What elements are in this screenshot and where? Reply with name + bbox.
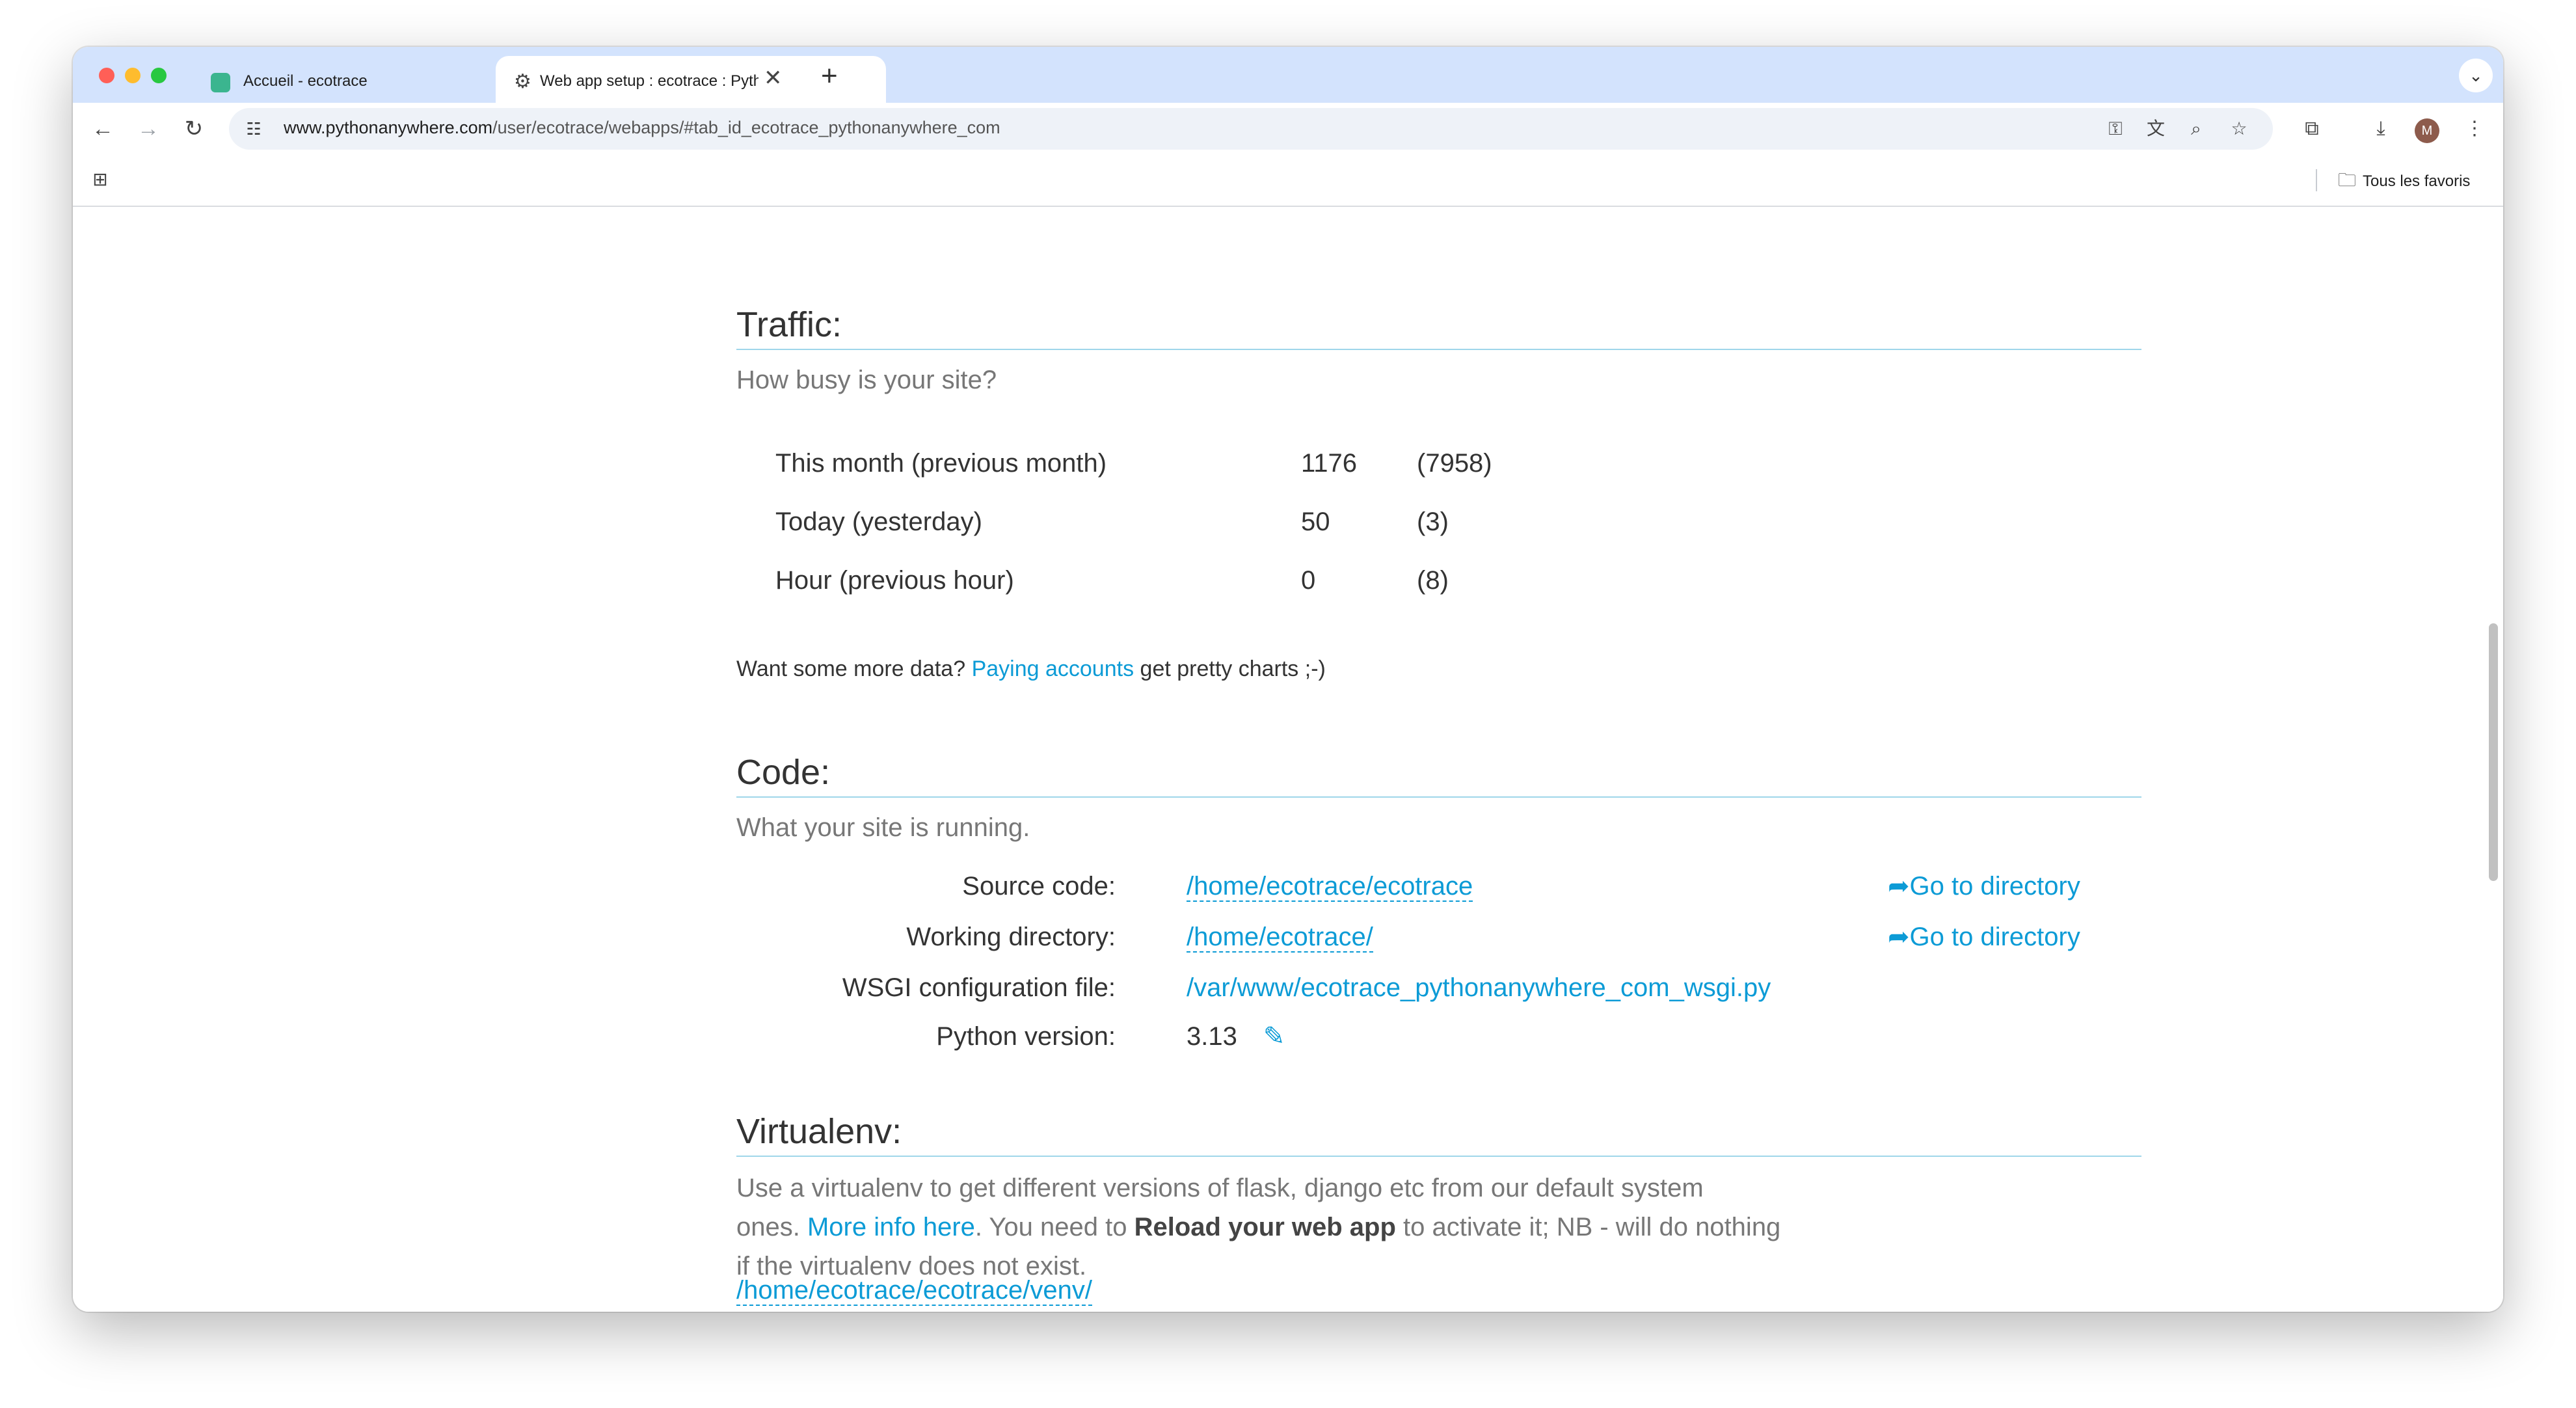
tab-title: Web app setup : ecotrace : PythonAnywher… xyxy=(540,72,758,90)
working-directory-link[interactable]: /home/ecotrace/ xyxy=(1187,923,1373,953)
python-version-number: 3.13 xyxy=(1187,1022,1237,1051)
share-arrow-icon: ➦ xyxy=(1888,872,1910,900)
download-icon[interactable]: ⤓ xyxy=(2363,111,2399,147)
more-data-suffix: get pretty charts ;-) xyxy=(1140,657,1326,681)
traffic-row-value: 0 xyxy=(1301,566,1316,595)
bookmarks-bar: ⊞ 🗀 Tous les favoris xyxy=(73,155,2503,207)
virtualenv-heading: Virtualenv: xyxy=(736,1111,2141,1157)
paying-accounts-link[interactable]: Paying accounts xyxy=(972,657,1134,681)
code-heading: Code: xyxy=(736,752,2141,798)
traffic-row-label: This month (previous month) xyxy=(775,449,1107,478)
new-tab-button[interactable]: + xyxy=(821,60,838,92)
pythonanywhere-favicon-icon: ⚙ xyxy=(514,71,531,92)
traffic-subtitle: How busy is your site? xyxy=(736,366,997,394)
code-subtitle: What your site is running. xyxy=(736,813,1030,842)
wsgi-config-path: /var/www/ecotrace_pythonanywhere_com_wsg… xyxy=(1187,971,1771,1004)
all-favorites-folder[interactable]: 🗀 Tous les favoris xyxy=(2338,168,2470,194)
go-to-directory-label: Go to directory xyxy=(1909,923,2080,951)
traffic-row-value: 1176 xyxy=(1301,449,1358,478)
working-directory-path: /home/ecotrace/ xyxy=(1187,921,1373,953)
url-host: www.pythonanywhere.com xyxy=(284,118,493,137)
wsgi-config-label: WSGI configuration file: xyxy=(842,973,1116,1002)
extensions-icon[interactable]: ⧉ xyxy=(2294,111,2330,147)
browser-window: Accueil - ecotrace ✕ ⚙ Web app setup : e… xyxy=(73,47,2503,1312)
page-content: Traffic: How busy is your site? This mon… xyxy=(73,207,2503,1312)
window-maximize-button[interactable] xyxy=(151,68,167,83)
more-info-link[interactable]: More info here xyxy=(807,1213,975,1241)
window-close-button[interactable] xyxy=(99,68,114,83)
browser-toolbar: ← → ↻ ☷ www.pythonanywhere.com/user/ecot… xyxy=(73,103,2503,155)
source-go-to-directory-link[interactable]: ➦Go to directory xyxy=(1888,870,2080,902)
go-to-directory-label: Go to directory xyxy=(1909,872,2080,900)
python-version-value: 3.13 ✎ xyxy=(1187,1020,1285,1053)
url-path: /user/ecotrace/webapps/#tab_id_ecotrace_… xyxy=(492,118,1000,137)
source-code-path: /home/ecotrace/ecotrace xyxy=(1187,870,1473,902)
virtualenv-path-link[interactable]: /home/ecotrace/ecotrace/venv/ xyxy=(736,1276,1092,1306)
tab-close-icon[interactable]: ✕ xyxy=(764,65,783,91)
working-go-to-directory-link[interactable]: ➦Go to directory xyxy=(1888,921,2080,953)
share-arrow-icon: ➦ xyxy=(1888,923,1910,951)
virtualenv-line2-middle: . You need to xyxy=(974,1213,1127,1241)
tab-search-button[interactable]: ⌄ xyxy=(2459,59,2493,92)
tab-title: Accueil - ecotrace xyxy=(243,72,368,90)
virtualenv-description: Use a virtualenv to get different versio… xyxy=(736,1169,1842,1286)
all-favorites-label: Tous les favoris xyxy=(2363,172,2471,190)
virtualenv-line1: Use a virtualenv to get different versio… xyxy=(736,1174,1704,1202)
python-version-label: Python version: xyxy=(936,1022,1116,1051)
more-data-prefix: Want some more data? xyxy=(736,657,966,681)
source-code-label: Source code: xyxy=(962,872,1116,900)
reload-web-app-text: Reload your web app xyxy=(1134,1213,1396,1241)
traffic-row-value: 50 xyxy=(1301,508,1330,536)
page-scrollbar[interactable] xyxy=(2489,623,2498,881)
folder-icon: 🗀 xyxy=(2338,170,2357,190)
address-bar[interactable]: ☷ www.pythonanywhere.com/user/ecotrace/w… xyxy=(229,108,2273,150)
virtualenv-line2-prefix: ones. xyxy=(736,1213,800,1241)
profile-avatar[interactable]: M xyxy=(2415,118,2439,143)
reload-icon[interactable]: ↻ xyxy=(176,111,212,147)
source-code-link[interactable]: /home/ecotrace/ecotrace xyxy=(1187,872,1473,902)
zoom-icon[interactable]: ⌕ xyxy=(2180,113,2212,144)
password-key-icon[interactable]: ⚿ xyxy=(2100,113,2131,144)
traffic-row-previous: (3) xyxy=(1417,508,1449,536)
site-info-icon[interactable]: ☷ xyxy=(238,113,269,144)
window-minimize-button[interactable] xyxy=(125,68,141,83)
traffic-row-label: Hour (previous hour) xyxy=(775,566,1014,595)
ecotrace-favicon-icon xyxy=(211,73,230,92)
url-text[interactable]: www.pythonanywhere.com/user/ecotrace/web… xyxy=(284,118,1000,138)
more-data-line: Want some more data? Paying accounts get… xyxy=(736,655,1326,683)
apps-grid-icon[interactable]: ⊞ xyxy=(87,167,113,193)
pencil-edit-icon[interactable]: ✎ xyxy=(1263,1022,1285,1051)
menu-kebab-icon[interactable]: ⋮ xyxy=(2456,111,2493,147)
traffic-heading: Traffic: xyxy=(736,305,2141,350)
working-directory-label: Working directory: xyxy=(906,923,1116,951)
virtualenv-line2-suffix: to activate it; NB - will do nothing xyxy=(1403,1213,1781,1241)
bookmarks-separator xyxy=(2316,169,2317,191)
wsgi-config-link[interactable]: /var/www/ecotrace_pythonanywhere_com_wsg… xyxy=(1187,973,1771,1002)
traffic-row-previous: (7958) xyxy=(1417,449,1492,478)
back-icon[interactable]: ← xyxy=(85,111,121,147)
forward-icon[interactable]: → xyxy=(130,111,167,147)
virtualenv-path: /home/ecotrace/ecotrace/venv/ xyxy=(736,1274,1092,1306)
bookmark-star-icon[interactable]: ☆ xyxy=(2223,113,2255,144)
traffic-row-previous: (8) xyxy=(1417,566,1449,595)
translate-icon[interactable]: 文 xyxy=(2140,113,2171,144)
tab-strip: Accueil - ecotrace ✕ ⚙ Web app setup : e… xyxy=(73,47,2503,103)
traffic-row-label: Today (yesterday) xyxy=(775,508,982,536)
